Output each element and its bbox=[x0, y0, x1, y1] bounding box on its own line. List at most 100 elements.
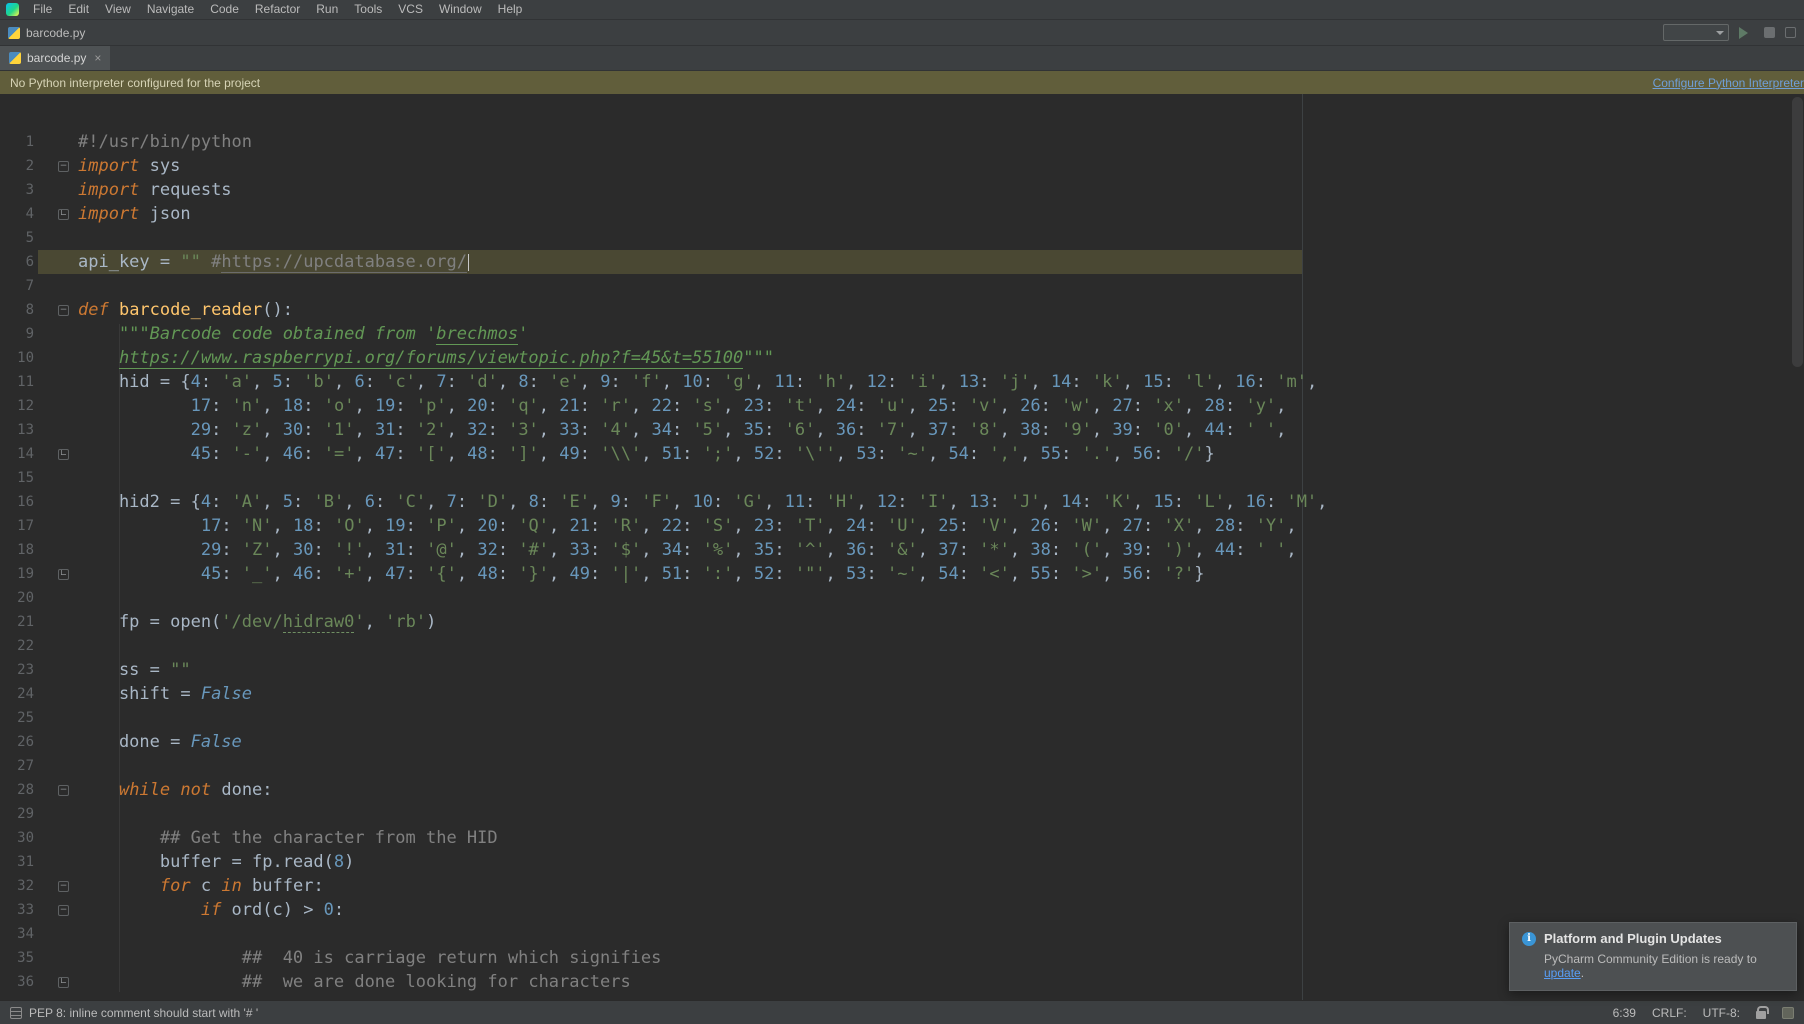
code-editor[interactable]: 1 #!/usr/bin/python 2− import sys 3 import re… bbox=[0, 94, 1804, 1000]
code-line-8[interactable]: 8 − def barcode_reader(): bbox=[0, 298, 1804, 322]
fold-column[interactable]: − bbox=[34, 160, 78, 172]
menu-window[interactable]: Window bbox=[431, 0, 490, 19]
code-line-21[interactable]: 21 fp = open('/dev/hidraw0', 'rb') bbox=[0, 610, 1804, 634]
line-number[interactable]: 24 bbox=[0, 686, 34, 702]
line-number[interactable]: 30 bbox=[0, 830, 34, 846]
code-line-7[interactable]: 7 bbox=[0, 274, 1804, 298]
menu-view[interactable]: View bbox=[97, 0, 139, 19]
line-number[interactable]: 28 bbox=[0, 782, 34, 798]
fold-start-icon[interactable]: − bbox=[58, 304, 69, 316]
line-number[interactable]: 4 bbox=[0, 206, 34, 222]
code-line-3[interactable]: 3 import requests bbox=[0, 178, 1804, 202]
line-number[interactable]: 14 bbox=[0, 446, 34, 462]
line-number[interactable]: 26 bbox=[0, 734, 34, 750]
fold-column[interactable]: ∟ bbox=[34, 976, 78, 988]
file-encoding[interactable]: UTF-8: bbox=[1703, 1006, 1740, 1020]
fold-start-icon[interactable]: − bbox=[58, 880, 69, 892]
line-number[interactable]: 29 bbox=[0, 806, 34, 822]
fold-column[interactable]: ∟ bbox=[34, 448, 78, 460]
line-number[interactable]: 10 bbox=[0, 350, 34, 366]
fold-column[interactable]: − bbox=[34, 784, 78, 796]
menu-help[interactable]: Help bbox=[490, 0, 531, 19]
line-number[interactable]: 23 bbox=[0, 662, 34, 678]
line-number[interactable]: 36 bbox=[0, 974, 34, 990]
update-notification[interactable]: i Platform and Plugin Updates PyCharm Co… bbox=[1509, 922, 1797, 991]
fold-column[interactable]: ∟ bbox=[34, 568, 78, 580]
code-line-15[interactable]: 15 bbox=[0, 466, 1804, 490]
code-line-11[interactable]: 11 hid = {4: 'a', 5: 'b', 6: 'c', 7: 'd'… bbox=[0, 370, 1804, 394]
status-message-area[interactable]: PEP 8: inline comment should start with … bbox=[10, 1006, 258, 1020]
line-number[interactable]: 21 bbox=[0, 614, 34, 630]
tab-barcode-py[interactable]: barcode.py × bbox=[0, 46, 111, 70]
code-line-17[interactable]: 17 17: 'N', 18: 'O', 19: 'P', 20: 'Q', 2… bbox=[0, 514, 1804, 538]
line-number[interactable]: 19 bbox=[0, 566, 34, 582]
caret-position[interactable]: 6:39 bbox=[1613, 1006, 1636, 1020]
menu-vcs[interactable]: VCS bbox=[390, 0, 431, 19]
code-line-16[interactable]: 16 hid2 = {4: 'A', 5: 'B', 6: 'C', 7: 'D… bbox=[0, 490, 1804, 514]
configure-interpreter-link[interactable]: Configure Python Interpreter bbox=[1653, 76, 1804, 90]
line-separator[interactable]: CRLF: bbox=[1652, 1006, 1687, 1020]
code-line-20[interactable]: 20 bbox=[0, 586, 1804, 610]
close-icon[interactable]: × bbox=[94, 52, 101, 64]
code-line-13[interactable]: 13 29: 'z', 30: '1', 31: '2', 32: '3', 3… bbox=[0, 418, 1804, 442]
fold-column[interactable]: − bbox=[34, 904, 78, 916]
code-line-33[interactable]: 33 − if ord(c) > 0: bbox=[0, 898, 1804, 922]
menu-edit[interactable]: Edit bbox=[60, 0, 97, 19]
code-line-1[interactable]: 1 #!/usr/bin/python bbox=[0, 130, 1804, 154]
run-button[interactable] bbox=[1739, 26, 1748, 39]
line-number[interactable]: 5 bbox=[0, 230, 34, 246]
line-number[interactable]: 2 bbox=[0, 158, 34, 174]
line-number[interactable]: 31 bbox=[0, 854, 34, 870]
fold-end-icon[interactable]: ∟ bbox=[58, 976, 69, 988]
line-number[interactable]: 33 bbox=[0, 902, 34, 918]
line-number[interactable]: 1 bbox=[0, 134, 34, 150]
line-number[interactable]: 12 bbox=[0, 398, 34, 414]
line-number[interactable]: 7 bbox=[0, 278, 34, 294]
code-line-32[interactable]: 32 − for c in buffer: bbox=[0, 874, 1804, 898]
toolbar-icon-b[interactable] bbox=[1785, 27, 1796, 38]
fold-column[interactable]: − bbox=[34, 880, 78, 892]
code-line-4[interactable]: 4 ∟ import json bbox=[0, 202, 1804, 226]
fold-column[interactable]: ∟ bbox=[34, 208, 78, 220]
line-number[interactable]: 13 bbox=[0, 422, 34, 438]
code-line-22[interactable]: 22 bbox=[0, 634, 1804, 658]
code-line-23[interactable]: 23 ss = "" bbox=[0, 658, 1804, 682]
code-line-5[interactable]: 5 bbox=[0, 226, 1804, 250]
update-link[interactable]: update bbox=[1544, 966, 1581, 980]
line-number[interactable]: 17 bbox=[0, 518, 34, 534]
line-number[interactable]: 6 bbox=[0, 254, 34, 270]
run-configurations-select[interactable] bbox=[1663, 24, 1729, 41]
highlighting-level-icon[interactable] bbox=[1782, 1006, 1794, 1019]
line-number[interactable]: 3 bbox=[0, 182, 34, 198]
menu-tools[interactable]: Tools bbox=[346, 0, 390, 19]
menu-run[interactable]: Run bbox=[308, 0, 346, 19]
code-line-26[interactable]: 26 done = False bbox=[0, 730, 1804, 754]
code-line-25[interactable]: 25 bbox=[0, 706, 1804, 730]
code-line-30[interactable]: 30 ## Get the character from the HID bbox=[0, 826, 1804, 850]
line-number[interactable]: 11 bbox=[0, 374, 34, 390]
code-line-27[interactable]: 27 bbox=[0, 754, 1804, 778]
line-number[interactable]: 16 bbox=[0, 494, 34, 510]
code-line-2[interactable]: 2 − import sys bbox=[0, 154, 1804, 178]
line-number[interactable]: 34 bbox=[0, 926, 34, 942]
menu-code[interactable]: Code bbox=[202, 0, 247, 19]
code-line-19[interactable]: 19 ∟ 45: '_', 46: '+', 47: '{', 48: '}', … bbox=[0, 562, 1804, 586]
editor-scrollbar[interactable] bbox=[1792, 97, 1803, 367]
code-line-24[interactable]: 24 shift = False bbox=[0, 682, 1804, 706]
line-number[interactable]: 20 bbox=[0, 590, 34, 606]
breadcrumb[interactable]: barcode.py bbox=[8, 26, 85, 40]
code-line-6[interactable]: 6 api_key = "" #https://upcdatabase.org/ bbox=[0, 250, 1804, 274]
line-number[interactable]: 9 bbox=[0, 326, 34, 342]
code-line-12[interactable]: 12 17: 'n', 18: 'o', 19: 'p', 20: 'q', 2… bbox=[0, 394, 1804, 418]
line-number[interactable]: 18 bbox=[0, 542, 34, 558]
code-line-10[interactable]: 10 https://www.raspberrypi.org/forums/vi… bbox=[0, 346, 1804, 370]
lock-icon[interactable] bbox=[1756, 1005, 1769, 1019]
line-number[interactable]: 15 bbox=[0, 470, 34, 486]
line-number[interactable]: 27 bbox=[0, 758, 34, 774]
fold-start-icon[interactable]: − bbox=[58, 904, 69, 916]
fold-end-icon[interactable]: ∟ bbox=[58, 208, 69, 220]
line-number[interactable]: 35 bbox=[0, 950, 34, 966]
code-line-18[interactable]: 18 29: 'Z', 30: '!', 31: '@', 32: '#', 3… bbox=[0, 538, 1804, 562]
menu-refactor[interactable]: Refactor bbox=[247, 0, 308, 19]
fold-end-icon[interactable]: ∟ bbox=[58, 568, 69, 580]
